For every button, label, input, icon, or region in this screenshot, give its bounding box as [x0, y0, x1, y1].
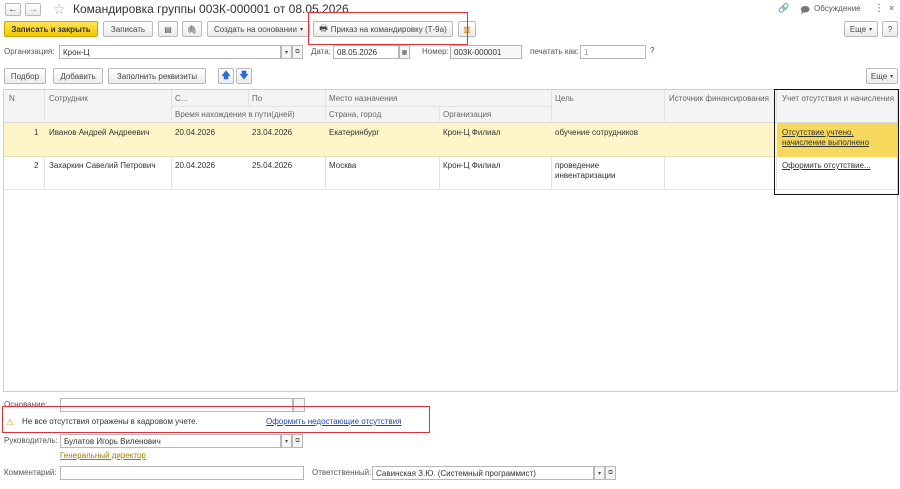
org-field[interactable]: Крон-Ц [59, 45, 281, 59]
header-divider [171, 106, 551, 107]
responsible-label: Ответственный: [312, 468, 372, 477]
purpose-cell-line2: инвентаризации [555, 171, 616, 180]
org-label: Организация: [4, 47, 55, 56]
city-cell: Москва [329, 161, 357, 170]
select-button[interactable]: Подбор [4, 68, 46, 84]
responsible-open-button[interactable]: ⧉ [605, 466, 616, 480]
comment-field[interactable] [60, 466, 304, 480]
back-button[interactable]: ← [5, 3, 21, 16]
employee-cell: Иванов Андрей Андреевич [49, 128, 150, 137]
create-missing-absences-link[interactable]: Оформить недостающие отсутствия [266, 416, 401, 428]
manager-position-link[interactable]: Генеральный директор [60, 450, 146, 462]
chevron-down-icon: ▾ [284, 438, 288, 445]
col-country-city[interactable]: Страна, город [329, 110, 381, 120]
date-field[interactable]: 08.05.2026 [333, 45, 399, 59]
forward-button[interactable]: → [25, 3, 41, 16]
col-n[interactable]: N [9, 94, 15, 104]
number-label: Номер: [422, 47, 449, 56]
save-button[interactable]: Записать [103, 21, 153, 37]
col-from[interactable]: С... [175, 94, 187, 104]
save-close-button[interactable]: Записать и закрыть [4, 21, 98, 37]
arrow-left-icon: ← [8, 4, 18, 15]
col-to[interactable]: По [252, 94, 262, 104]
org-cell: Крон-Ц Филиал [443, 128, 501, 137]
open-icon: ⧉ [295, 437, 300, 444]
arrow-down-icon: 🡇 [239, 70, 249, 80]
print-as-field[interactable]: 1 [580, 45, 646, 59]
open-icon: ⧉ [608, 469, 613, 476]
city-cell: Екатеринбург [329, 128, 380, 137]
col-purpose[interactable]: Цель [555, 94, 574, 104]
table-more-button[interactable]: Еще ▾ [866, 68, 898, 84]
document-journal-button[interactable]: ▤ [158, 21, 178, 37]
chevron-down-icon: ▾ [299, 26, 303, 33]
org-cell: Крон-Ц Филиал [443, 161, 501, 170]
responsible-dropdown[interactable]: ▾ [594, 466, 605, 480]
row-number: 1 [34, 128, 39, 137]
responsible-field[interactable]: Савинская З.Ю. (Системный программист) [372, 466, 594, 480]
table-row[interactable]: 1 Иванов Андрей Андреевич 20.04.2026 23.… [4, 123, 897, 157]
calendar-icon: ▦ [401, 49, 408, 56]
org-open-button[interactable]: ⧉ [292, 45, 303, 59]
discussion-icon[interactable]: 🗩 [800, 3, 810, 19]
manager-label: Руководитель: [4, 436, 58, 445]
col-funding[interactable]: Источник финансирования [669, 94, 769, 104]
arrow-up-icon: 🡅 [221, 70, 231, 80]
table-more-label: Еще [870, 71, 888, 81]
employee-cell: Захаркин Савелий Петрович [49, 161, 156, 170]
attach-button[interactable]: 🖇 [182, 21, 202, 37]
chevron-down-icon: ▾ [869, 26, 873, 33]
col-destination[interactable]: Место назначения [329, 94, 397, 104]
open-icon: ⧉ [295, 48, 300, 55]
manager-open-button[interactable]: ⧉ [292, 434, 303, 448]
date-picker-button[interactable]: ▦ [399, 45, 410, 59]
number-field[interactable]: 003К-000001 [450, 45, 522, 59]
org-dropdown[interactable]: ▾ [281, 45, 292, 59]
move-up-button[interactable]: 🡅 [218, 68, 234, 84]
link-icon[interactable]: 🔗 [778, 3, 789, 14]
table-row[interactable]: 2 Захаркин Савелий Петрович 20.04.2026 2… [4, 157, 897, 190]
move-down-button[interactable]: 🡇 [236, 68, 252, 84]
add-button[interactable]: Добавить [53, 68, 103, 84]
chevron-down-icon: ▾ [284, 49, 288, 56]
manager-dropdown[interactable]: ▾ [281, 434, 292, 448]
purpose-cell: проведение [555, 161, 600, 170]
from-cell: 20.04.2026 [175, 128, 216, 137]
col-divider [248, 90, 249, 106]
purpose-cell: обучение сотрудников [555, 128, 638, 137]
create-basis-label: Создать на основании [213, 24, 297, 34]
highlight-absence-column [774, 89, 899, 195]
star-icon[interactable]: ☆ [53, 1, 66, 18]
list-icon: ▤ [164, 24, 172, 34]
date-label: Дата: [311, 47, 331, 56]
col-employee[interactable]: Сотрудник [49, 94, 88, 104]
chevron-down-icon: ▾ [890, 73, 894, 80]
warning-text: Не все отсутствия отражены в кадровом уч… [22, 417, 198, 426]
employees-table: N Сотрудник С... По Место назначения Цел… [3, 89, 898, 392]
row-number: 2 [34, 161, 39, 170]
col-travel-time[interactable]: Время нахождения в пути(дней) [175, 110, 295, 120]
discussion-link[interactable]: Обсуждение [814, 4, 861, 13]
more-button[interactable]: Еще ▾ [844, 21, 878, 37]
close-icon[interactable]: × [889, 3, 894, 13]
more-vertical-icon[interactable]: ⋮ [874, 3, 884, 14]
help-link[interactable]: ? [650, 46, 654, 55]
col-organization[interactable]: Организация [443, 110, 491, 120]
to-cell: 25.04.2026 [252, 161, 293, 170]
to-cell: 23.04.2026 [252, 128, 293, 137]
create-basis-button[interactable]: Создать на основании ▾ [207, 21, 310, 37]
manager-field[interactable]: Булатов Игорь Виленович [60, 434, 281, 448]
chevron-down-icon: ▾ [597, 470, 601, 477]
help-button[interactable]: ? [882, 21, 898, 37]
paperclip-icon: 🖇 [186, 24, 198, 34]
highlight-print-button [308, 12, 468, 45]
comment-label: Комментарий: [4, 468, 57, 477]
arrow-right-icon: → [28, 4, 38, 15]
warning-icon: ⚠ [6, 417, 15, 427]
fill-details-button[interactable]: Заполнить реквизиты [108, 68, 206, 84]
print-as-label: печатать как: [530, 47, 579, 56]
from-cell: 20.04.2026 [175, 161, 216, 170]
more-label: Еще [849, 24, 867, 34]
